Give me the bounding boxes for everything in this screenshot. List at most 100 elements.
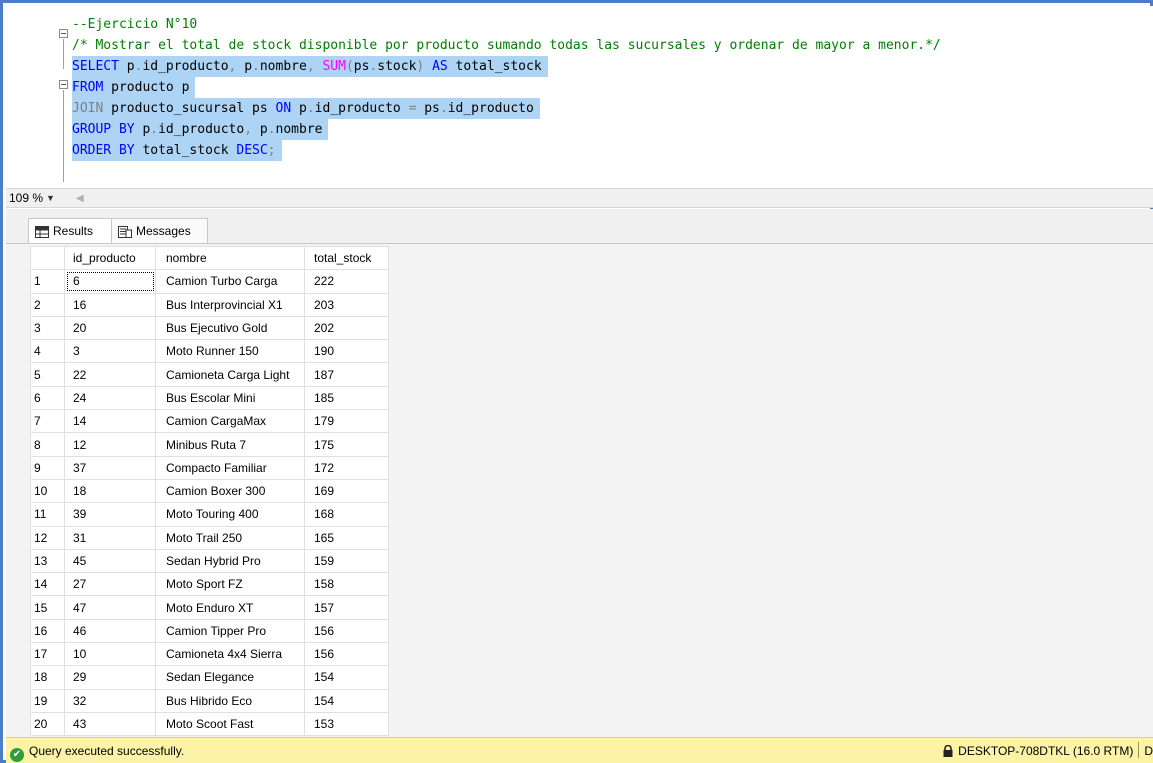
zoom-dropdown[interactable]: 109 % ▼ xyxy=(6,189,64,208)
row-number-header[interactable] xyxy=(30,245,65,271)
cell-total-stock[interactable]: 154 xyxy=(304,688,389,713)
fold-toggle-icon[interactable] xyxy=(59,80,68,89)
cell-id-producto[interactable]: 20 xyxy=(64,315,156,341)
table-row[interactable]: 17 10 Camioneta 4x4 Sierra 156 xyxy=(30,642,389,667)
cell-id-producto[interactable]: 37 xyxy=(64,455,156,480)
row-number[interactable]: 19 xyxy=(30,688,65,713)
cell-nombre[interactable]: Moto Sport FZ xyxy=(155,572,305,597)
column-header-nombre[interactable]: nombre xyxy=(155,245,305,271)
cell-total-stock[interactable]: 179 xyxy=(304,409,389,434)
cell-id-producto[interactable]: 27 xyxy=(64,572,156,597)
table-row[interactable]: 1 6 Camion Turbo Carga 222 xyxy=(30,269,389,294)
row-number[interactable]: 1 xyxy=(30,269,65,294)
cell-id-producto[interactable]: 29 xyxy=(64,665,156,690)
cell-nombre[interactable]: Compacto Familiar xyxy=(155,455,305,480)
row-number[interactable]: 16 xyxy=(30,618,65,644)
table-row[interactable]: 15 47 Moto Enduro XT 157 xyxy=(30,595,389,620)
cell-nombre[interactable]: Camion CargaMax xyxy=(155,409,305,434)
code-line[interactable]: /* Mostrar el total de stock disponible … xyxy=(72,35,941,56)
cell-total-stock[interactable]: 158 xyxy=(304,572,389,597)
cell-nombre[interactable]: Moto Touring 400 xyxy=(155,502,305,527)
cell-id-producto[interactable]: 3 xyxy=(64,339,156,364)
table-row[interactable]: 3 20 Bus Ejecutivo Gold 202 xyxy=(30,315,389,341)
cell-nombre[interactable]: Moto Enduro XT xyxy=(155,595,305,620)
table-row[interactable]: 14 27 Moto Sport FZ 158 xyxy=(30,572,389,597)
row-number[interactable]: 9 xyxy=(30,455,65,480)
cell-nombre[interactable]: Camioneta 4x4 Sierra xyxy=(155,642,305,667)
row-number[interactable]: 17 xyxy=(30,642,65,667)
cell-nombre[interactable]: Sedan Elegance xyxy=(155,665,305,690)
table-row[interactable]: 6 24 Bus Escolar Mini 185 xyxy=(30,385,389,411)
cell-total-stock[interactable]: 169 xyxy=(304,478,389,504)
table-row[interactable]: 19 32 Bus Hibrido Eco 154 xyxy=(30,688,389,713)
table-row[interactable]: 16 46 Camion Tipper Pro 156 xyxy=(30,618,389,644)
cell-nombre[interactable]: Bus Hibrido Eco xyxy=(155,688,305,713)
cell-total-stock[interactable]: 185 xyxy=(304,385,389,411)
code-line[interactable]: ORDER BY total_stock DESC; xyxy=(72,140,282,161)
cell-total-stock[interactable]: 187 xyxy=(304,362,389,387)
tab-results[interactable]: Results xyxy=(28,218,112,243)
table-row[interactable]: 12 31 Moto Trail 250 165 xyxy=(30,525,389,550)
code-line[interactable]: SELECT p.id_producto, p.nombre, SUM(ps.s… xyxy=(72,56,548,77)
table-row[interactable]: 4 3 Moto Runner 150 190 xyxy=(30,339,389,364)
row-number[interactable]: 2 xyxy=(30,292,65,317)
row-number[interactable]: 10 xyxy=(30,478,65,504)
table-row[interactable]: 5 22 Camioneta Carga Light 187 xyxy=(30,362,389,387)
column-header-id-producto[interactable]: id_producto xyxy=(64,245,156,271)
cell-total-stock[interactable]: 154 xyxy=(304,665,389,690)
row-number[interactable]: 6 xyxy=(30,385,65,411)
cell-total-stock[interactable]: 156 xyxy=(304,642,389,667)
cell-nombre[interactable]: Minibus Ruta 7 xyxy=(155,432,305,457)
row-number[interactable]: 15 xyxy=(30,595,65,620)
column-header-total-stock[interactable]: total_stock xyxy=(304,245,389,271)
table-row[interactable]: 11 39 Moto Touring 400 168 xyxy=(30,502,389,527)
cell-total-stock[interactable]: 168 xyxy=(304,502,389,527)
row-number[interactable]: 14 xyxy=(30,572,65,597)
results-grid[interactable]: id_producto nombre total_stock 1 6 Camion … xyxy=(30,245,389,737)
scroll-left-icon[interactable]: ◀ xyxy=(76,189,84,208)
row-number[interactable]: 5 xyxy=(30,362,65,387)
cell-total-stock[interactable]: 157 xyxy=(304,595,389,620)
cell-total-stock[interactable]: 175 xyxy=(304,432,389,457)
cell-nombre[interactable]: Camioneta Carga Light xyxy=(155,362,305,387)
table-row[interactable]: 18 29 Sedan Elegance 154 xyxy=(30,665,389,690)
cell-id-producto[interactable]: 18 xyxy=(64,478,156,504)
cell-total-stock[interactable]: 202 xyxy=(304,315,389,341)
cell-id-producto[interactable]: 16 xyxy=(64,292,156,317)
code-line[interactable]: JOIN producto_sucursal ps ON p.id_produc… xyxy=(72,98,540,119)
cell-total-stock[interactable]: 159 xyxy=(304,548,389,574)
cell-total-stock[interactable]: 156 xyxy=(304,618,389,644)
cell-id-producto[interactable]: 12 xyxy=(64,432,156,457)
cell-total-stock[interactable]: 190 xyxy=(304,339,389,364)
cell-id-producto[interactable]: 39 xyxy=(64,502,156,527)
cell-id-producto[interactable]: 32 xyxy=(64,688,156,713)
cell-id-producto[interactable]: 22 xyxy=(64,362,156,387)
row-number[interactable]: 7 xyxy=(30,409,65,434)
cell-total-stock[interactable]: 153 xyxy=(304,711,389,737)
row-number[interactable]: 20 xyxy=(30,711,65,737)
table-row[interactable]: 2 16 Bus Interprovincial X1 203 xyxy=(30,292,389,317)
cell-nombre[interactable]: Moto Runner 150 xyxy=(155,339,305,364)
cell-nombre[interactable]: Moto Trail 250 xyxy=(155,525,305,550)
row-number[interactable]: 3 xyxy=(30,315,65,341)
cell-total-stock[interactable]: 165 xyxy=(304,525,389,550)
cell-nombre[interactable]: Camion Tipper Pro xyxy=(155,618,305,644)
row-number[interactable]: 13 xyxy=(30,548,65,574)
row-number[interactable]: 8 xyxy=(30,432,65,457)
cell-total-stock[interactable]: 222 xyxy=(304,269,389,294)
row-number[interactable]: 4 xyxy=(30,339,65,364)
cell-id-producto[interactable]: 10 xyxy=(64,642,156,667)
cell-id-producto[interactable]: 43 xyxy=(64,711,156,737)
table-row[interactable]: 9 37 Compacto Familiar 172 xyxy=(30,455,389,480)
code-line[interactable]: GROUP BY p.id_producto, p.nombre xyxy=(72,119,329,140)
cell-nombre[interactable]: Bus Escolar Mini xyxy=(155,385,305,411)
cell-nombre[interactable]: Bus Interprovincial X1 xyxy=(155,292,305,317)
row-number[interactable]: 12 xyxy=(30,525,65,550)
cell-nombre[interactable]: Camion Boxer 300 xyxy=(155,478,305,504)
table-row[interactable]: 10 18 Camion Boxer 300 169 xyxy=(30,478,389,504)
cell-nombre[interactable]: Moto Scoot Fast xyxy=(155,711,305,737)
code-line[interactable]: --Ejercicio N°10 xyxy=(72,14,197,35)
cell-total-stock[interactable]: 203 xyxy=(304,292,389,317)
cell-id-producto[interactable]: 24 xyxy=(64,385,156,411)
tab-messages[interactable]: Messages xyxy=(112,218,208,243)
